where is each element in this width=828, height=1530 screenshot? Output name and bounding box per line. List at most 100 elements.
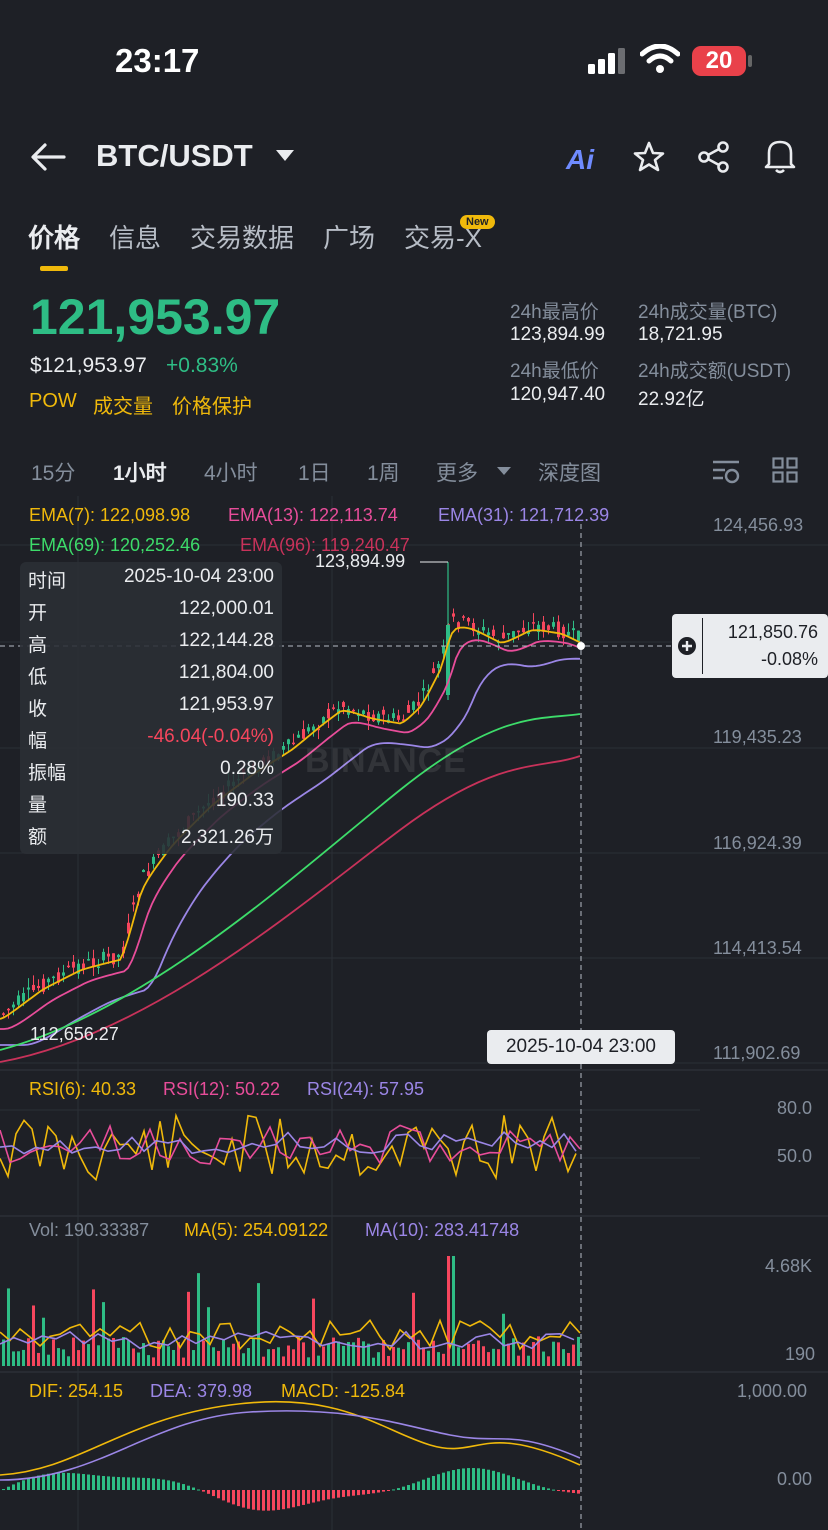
macd-histogram-bar xyxy=(527,1482,530,1490)
macd-histogram-bar xyxy=(162,1479,165,1490)
bell-icon[interactable] xyxy=(763,138,797,174)
macd-histogram-bar xyxy=(172,1481,175,1490)
macd-histogram-bar xyxy=(522,1480,525,1490)
macd-histogram-bar xyxy=(87,1474,90,1490)
candle-body xyxy=(547,625,550,630)
macd-histogram-bar xyxy=(472,1468,475,1490)
macd-histogram-bar xyxy=(297,1490,300,1507)
macd-histogram-bar xyxy=(372,1490,375,1494)
chevron-down-icon[interactable] xyxy=(497,467,511,475)
macd-histogram-bar xyxy=(532,1484,535,1490)
interval-15m[interactable]: 15分 xyxy=(31,457,75,487)
interval-4h[interactable]: 4小时 xyxy=(204,457,258,487)
price-axis-label: 124,456.93 xyxy=(713,515,804,535)
chevron-down-icon[interactable] xyxy=(276,150,294,161)
macd-histogram-bar xyxy=(387,1490,390,1491)
chart-settings-icon[interactable] xyxy=(711,458,741,486)
volume-bar xyxy=(297,1336,300,1366)
tab-price[interactable]: 价格 xyxy=(28,218,80,255)
interval-depth[interactable]: 深度图 xyxy=(538,457,601,487)
volume-bar xyxy=(182,1357,185,1366)
crosshair-change: -0.08% xyxy=(760,649,818,669)
pair-title[interactable]: BTC/USDT xyxy=(96,138,253,174)
plus-circle-icon[interactable] xyxy=(677,636,697,656)
macd-histogram-bar xyxy=(92,1475,95,1490)
stat-vol-btc-value: 18,721.95 xyxy=(638,324,723,345)
macd-histogram-bar xyxy=(552,1489,555,1491)
ai-icon[interactable]: Ai xyxy=(566,144,594,176)
tab-trading-data[interactable]: 交易数据 xyxy=(190,218,294,255)
interval-1h[interactable]: 1小时 xyxy=(113,457,167,487)
candle-body xyxy=(287,739,290,745)
volume-bar xyxy=(467,1343,470,1366)
wifi-icon xyxy=(640,44,680,73)
macd-histogram-bar xyxy=(317,1490,320,1502)
volume-bar xyxy=(437,1352,440,1366)
tag-pow[interactable]: POW xyxy=(29,390,77,413)
crosshair-price-box[interactable]: 121,850.76 -0.08% xyxy=(672,614,828,678)
tag-volume[interactable]: 成交量 xyxy=(93,390,153,419)
candle-body xyxy=(567,631,570,636)
price-axis-label: 111,902.69 xyxy=(713,1043,801,1063)
candle-body xyxy=(307,727,310,732)
binance-watermark: BINANCE xyxy=(305,742,467,780)
volume-bar xyxy=(492,1348,495,1366)
active-tab-indicator xyxy=(40,266,68,271)
back-arrow-icon[interactable] xyxy=(30,142,66,172)
volume-bar xyxy=(487,1352,490,1366)
interval-1w[interactable]: 1周 xyxy=(367,457,400,487)
macd-histogram-bar xyxy=(327,1490,330,1500)
vol-ma5-label: MA(5): 254.09122 xyxy=(184,1220,329,1240)
volume-bar xyxy=(92,1289,95,1366)
volume-bar xyxy=(402,1349,405,1366)
crosshair-time: 2025-10-04 23:00 xyxy=(487,1030,675,1064)
candle-body xyxy=(492,629,495,636)
macd-histogram-bar xyxy=(47,1473,50,1490)
macd-histogram-bar xyxy=(82,1474,85,1490)
volume-bar xyxy=(342,1345,345,1366)
candle-body xyxy=(302,729,305,739)
macd-histogram-bar xyxy=(437,1474,440,1490)
macd-histogram-bar xyxy=(467,1468,470,1490)
tooltip-row-volume: 量 190.33 xyxy=(28,790,274,816)
candle-body xyxy=(22,993,25,1002)
volume-bar xyxy=(357,1337,360,1366)
tag-price-protection[interactable]: 价格保护 xyxy=(172,390,252,419)
macd-histogram-bar xyxy=(427,1477,430,1490)
tab-info[interactable]: 信息 xyxy=(109,218,161,255)
share-icon[interactable] xyxy=(697,140,731,174)
star-icon[interactable] xyxy=(632,140,666,174)
volume-bar xyxy=(392,1346,395,1366)
vol-axis-label: 190 xyxy=(785,1344,816,1364)
volume-bar xyxy=(7,1288,10,1366)
candle-body xyxy=(557,621,560,638)
macd-histogram-bar xyxy=(342,1490,345,1497)
interval-1d[interactable]: 1日 xyxy=(298,457,331,487)
interval-more[interactable]: 更多 xyxy=(436,457,478,487)
volume-bar xyxy=(442,1353,445,1366)
candle-body xyxy=(362,710,365,715)
volume-bar xyxy=(147,1355,150,1366)
macd-histogram-bar xyxy=(22,1480,25,1490)
macd-histogram-bar xyxy=(512,1477,515,1490)
volume-bar xyxy=(22,1349,25,1366)
volume-bar xyxy=(477,1340,480,1366)
macd-histogram-bar xyxy=(257,1490,260,1511)
macd-histogram-bar xyxy=(67,1472,70,1490)
tab-square[interactable]: 广场 xyxy=(323,218,375,255)
macd-histogram-bar xyxy=(482,1468,485,1490)
layout-grid-icon[interactable] xyxy=(772,457,798,483)
volume-bar xyxy=(52,1339,55,1366)
macd-histogram-bar xyxy=(192,1487,195,1490)
macd-histogram-bar xyxy=(337,1490,340,1498)
volume-bar xyxy=(417,1339,420,1366)
rsi-axis-label: 50.0 xyxy=(777,1146,813,1166)
macd-histogram-bar xyxy=(567,1490,570,1493)
crosshair-dot xyxy=(577,642,585,650)
price-axis-label: 119,435.23 xyxy=(713,727,802,747)
candle-body xyxy=(392,713,395,719)
macd-histogram-bar xyxy=(222,1490,225,1501)
volume-bar xyxy=(407,1342,410,1366)
candle-body xyxy=(517,630,520,633)
volume-bar xyxy=(502,1313,505,1366)
